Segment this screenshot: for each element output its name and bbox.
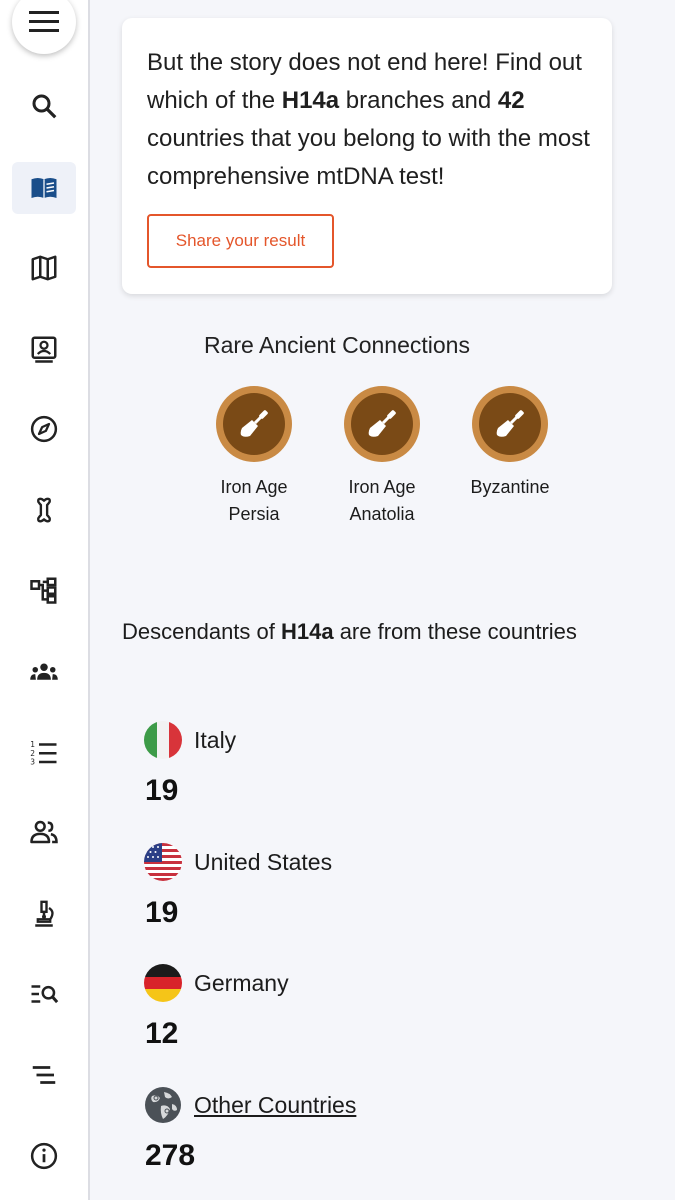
nav-numbered-list[interactable]: 123 — [12, 726, 76, 778]
sidebar: 123 — [0, 0, 90, 1200]
globe-icon — [144, 1086, 182, 1124]
people-icon — [30, 820, 58, 844]
country-name: Germany — [194, 969, 289, 996]
other-countries-link[interactable]: Other Countries — [194, 1092, 356, 1119]
svg-text:1: 1 — [30, 740, 35, 749]
nav-hierarchy[interactable] — [12, 564, 76, 616]
nav-lines[interactable] — [12, 1049, 76, 1101]
nav-group[interactable] — [12, 645, 76, 697]
upsell-text-part: branches and — [339, 87, 498, 114]
country-count: 19 — [145, 774, 179, 807]
nav-compass[interactable] — [12, 403, 76, 455]
hierarchy-tree-icon — [30, 577, 57, 604]
rare-connections-title: Rare Ancient Connections — [204, 332, 470, 358]
nav-portrait[interactable] — [12, 323, 76, 375]
country-count: 19 — [145, 896, 179, 929]
badge-inner — [351, 393, 413, 455]
trowel-icon — [368, 410, 396, 437]
usa-flag-icon — [144, 843, 182, 881]
descendants-title-part: are from these countries — [333, 619, 577, 644]
countries-count: 42 — [497, 87, 525, 114]
numbered-list-icon: 123 — [30, 740, 57, 767]
country-name: United States — [194, 848, 333, 875]
portrait-card-icon — [31, 336, 57, 363]
country-item: Other Countries 278 — [144, 1085, 594, 1173]
badge-inner — [479, 393, 541, 455]
menu-button[interactable] — [12, 0, 76, 54]
nav-search[interactable] — [12, 80, 76, 132]
svg-text:2: 2 — [30, 749, 35, 758]
share-result-button[interactable]: Share your result — [147, 214, 334, 268]
hamburger-menu-icon — [29, 11, 59, 32]
lines-icon — [32, 1066, 56, 1084]
descendants-title-part: Descendants of — [122, 619, 281, 644]
badge-circle — [344, 386, 420, 462]
main-content: But the story does not end here! Find ou… — [90, 0, 675, 1200]
compass-icon — [30, 415, 58, 443]
italy-flag-icon — [144, 721, 182, 759]
nav-bone[interactable] — [12, 484, 76, 536]
country-item: United States 19 — [144, 842, 594, 930]
country-count: 278 — [145, 1139, 196, 1172]
nav-map[interactable] — [12, 242, 76, 294]
map-icon — [31, 255, 57, 281]
group-people-icon — [30, 663, 58, 680]
country-name: Italy — [194, 726, 237, 753]
badge-label: Iron Age Persia — [220, 477, 288, 524]
haplogroup-name: H14a — [280, 619, 334, 644]
nav-list-search[interactable] — [12, 968, 76, 1020]
nav-people[interactable] — [12, 806, 76, 858]
descendants-title: Descendants of H14a are from these count… — [122, 617, 582, 647]
svg-text:3: 3 — [30, 758, 35, 767]
badge-label: Byzantine — [470, 477, 550, 497]
info-icon — [30, 1142, 58, 1170]
list-search-icon — [31, 985, 59, 1004]
badge-circle — [472, 386, 548, 462]
book-open-icon — [31, 178, 57, 198]
badge-label: Iron Age Anatolia — [348, 477, 416, 524]
upsell-card: But the story does not end here! Find ou… — [122, 18, 612, 294]
germany-flag-icon — [144, 964, 182, 1002]
nav-microscope[interactable] — [12, 887, 76, 939]
nav-book[interactable] — [12, 162, 76, 214]
haplogroup-name: H14a — [281, 87, 340, 114]
nav-info[interactable] — [12, 1130, 76, 1182]
badge-circle — [216, 386, 292, 462]
trowel-icon — [240, 410, 268, 437]
badge-iron-age-anatolia[interactable]: Iron Age Anatolia — [322, 386, 442, 528]
microscope-icon — [35, 900, 54, 927]
trowel-icon — [496, 410, 524, 437]
country-count: 12 — [145, 1017, 179, 1050]
bone-icon — [37, 497, 51, 523]
upsell-text: But the story does not end here! Find ou… — [147, 44, 607, 196]
country-item: Italy 19 — [144, 720, 594, 808]
badge-iron-age-persia[interactable]: Iron Age Persia — [194, 386, 314, 528]
upsell-text-part: countries that you belong to with the mo… — [147, 125, 590, 190]
country-item: Germany 12 — [144, 963, 594, 1051]
search-icon — [32, 94, 57, 119]
badge-byzantine[interactable]: Byzantine — [450, 386, 570, 501]
badge-inner — [223, 393, 285, 455]
